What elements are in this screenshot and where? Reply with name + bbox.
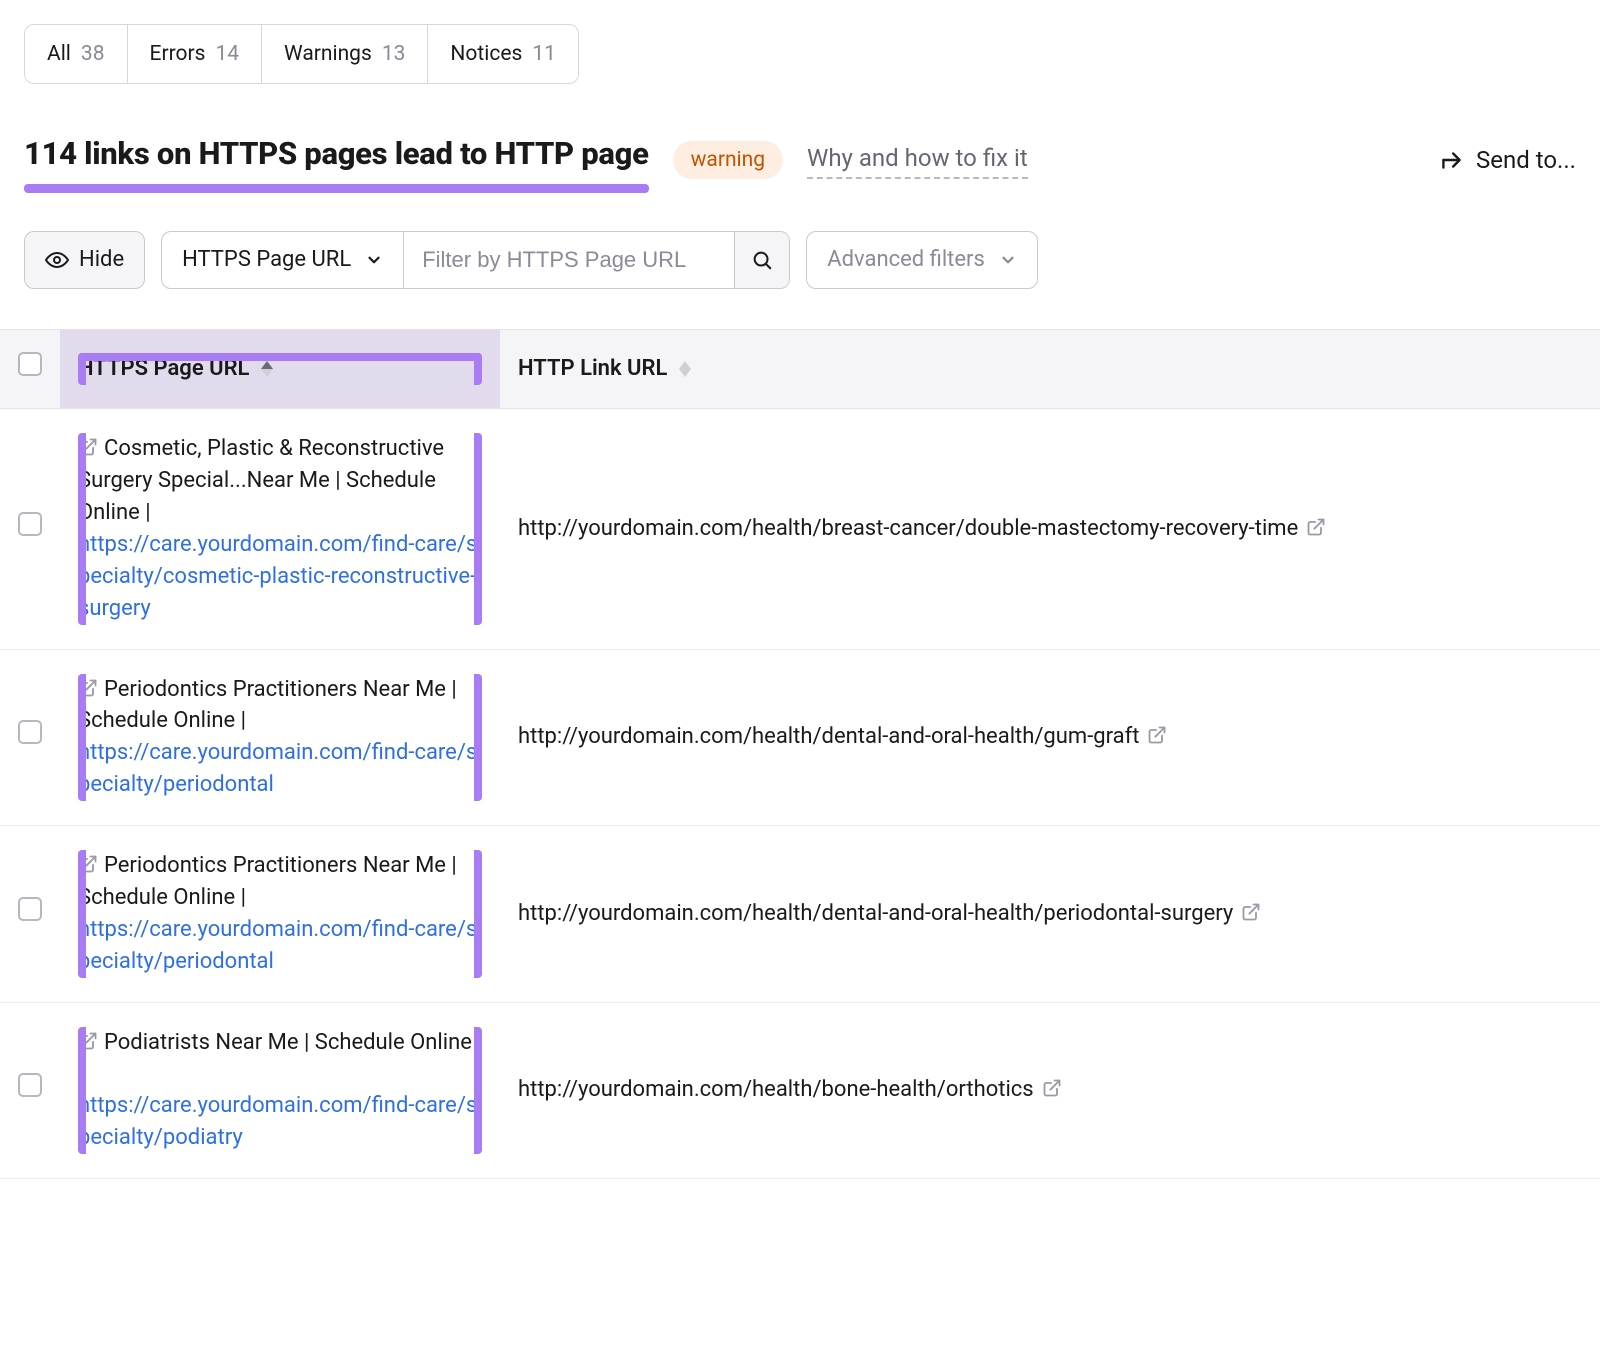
row-select-cell (0, 409, 60, 649)
highlight-border (474, 433, 482, 624)
row-select-cell (0, 1002, 60, 1179)
table-row: Periodontics Practitioners Near Me | Sch… (0, 649, 1600, 826)
http-link-cell: http://yourdomain.com/health/breast-canc… (500, 409, 1600, 649)
results-table: HTTPS Page URL HTTP Link URL Cosmetic, P… (0, 329, 1600, 1179)
https-url-link[interactable]: https://care.yourdomain.com/find-care/sp… (78, 740, 477, 797)
http-url-text: http://yourdomain.com/health/breast-canc… (518, 516, 1298, 541)
external-link-icon[interactable] (1306, 516, 1326, 541)
page-title: Cosmetic, Plastic & Reconstructive Surge… (78, 436, 444, 525)
highlight-border (78, 353, 86, 385)
https-url-link[interactable]: https://care.yourdomain.com/find-care/sp… (78, 532, 477, 621)
highlight-border (474, 1027, 482, 1155)
tab-all[interactable]: All 38 (25, 25, 128, 83)
severity-badge: warning (673, 141, 783, 179)
tab-warnings[interactable]: Warnings 13 (262, 25, 428, 83)
sort-icon (261, 361, 273, 377)
filter-field-select[interactable]: HTTPS Page URL (162, 232, 404, 288)
external-link-icon[interactable] (1241, 901, 1261, 926)
filter-input[interactable] (404, 232, 734, 288)
table-row: Cosmetic, Plastic & Reconstructive Surge… (0, 409, 1600, 649)
advanced-filters-button[interactable]: Advanced filters (806, 231, 1038, 289)
https-url-link[interactable]: https://care.yourdomain.com/find-care/sp… (78, 917, 477, 974)
http-url-text: http://yourdomain.com/health/bone-health… (518, 1077, 1034, 1102)
http-link-cell: http://yourdomain.com/health/dental-and-… (500, 826, 1600, 1003)
https-page-cell: Cosmetic, Plastic & Reconstructive Surge… (60, 409, 500, 649)
page-title: Podiatrists Near Me | Schedule Online | (78, 1030, 472, 1087)
why-and-how-link[interactable]: Why and how to fix it (807, 141, 1028, 180)
send-to-button[interactable]: Send to... (1438, 143, 1576, 178)
highlight-border (474, 674, 482, 802)
page-title: Periodontics Practitioners Near Me | Sch… (78, 677, 457, 734)
row-select-cell (0, 649, 60, 826)
highlight-border (78, 674, 86, 802)
tab-errors[interactable]: Errors 14 (128, 25, 263, 83)
external-link-icon[interactable] (1147, 724, 1167, 749)
advanced-filters-label: Advanced filters (827, 244, 985, 276)
issue-title: 114 links on HTTPS pages lead to HTTP pa… (24, 132, 649, 187)
column-label: HTTP Link URL (518, 356, 667, 381)
chevron-down-icon (999, 251, 1017, 269)
hide-button[interactable]: Hide (24, 231, 145, 289)
highlight-border (78, 353, 482, 361)
row-checkbox[interactable] (18, 512, 42, 536)
https-url-link[interactable]: https://care.yourdomain.com/find-care/sp… (78, 1093, 477, 1150)
chevron-down-icon (365, 251, 383, 269)
tab-label: Notices (450, 39, 522, 69)
http-link-cell: http://yourdomain.com/health/bone-health… (500, 1002, 1600, 1179)
https-page-cell: Podiatrists Near Me | Schedule Online | h… (60, 1002, 500, 1179)
send-to-label: Send to... (1476, 143, 1576, 178)
sort-icon (679, 361, 691, 377)
highlight-border (474, 850, 482, 978)
https-page-cell: Periodontics Practitioners Near Me | Sch… (60, 826, 500, 1003)
page-title: Periodontics Practitioners Near Me | Sch… (78, 853, 457, 910)
row-checkbox[interactable] (18, 720, 42, 744)
column-http-header[interactable]: HTTP Link URL (500, 330, 1600, 409)
row-checkbox[interactable] (18, 1073, 42, 1097)
highlight-border (78, 1027, 86, 1155)
eye-icon (45, 248, 69, 272)
row-select-cell (0, 826, 60, 1003)
tab-label: Errors (150, 39, 206, 69)
external-link-icon[interactable] (1042, 1077, 1062, 1102)
tab-count: 14 (215, 39, 239, 69)
highlight-border (474, 353, 482, 385)
https-page-cell: Periodontics Practitioners Near Me | Sch… (60, 649, 500, 826)
tab-notices[interactable]: Notices 11 (428, 25, 578, 83)
filter-tabs: All 38 Errors 14 Warnings 13 Notices 11 (24, 24, 579, 84)
highlight-border (78, 850, 86, 978)
select-all-header (0, 330, 60, 409)
search-group: HTTPS Page URL (161, 231, 790, 289)
tab-count: 13 (382, 39, 406, 69)
filter-field-label: HTTPS Page URL (182, 244, 351, 276)
table-row: Periodontics Practitioners Near Me | Sch… (0, 826, 1600, 1003)
tab-count: 38 (81, 39, 105, 69)
row-checkbox[interactable] (18, 897, 42, 921)
tab-count: 11 (532, 39, 556, 69)
table-row: Podiatrists Near Me | Schedule Online | h… (0, 1002, 1600, 1179)
highlight-border (78, 433, 86, 624)
hide-label: Hide (79, 244, 124, 276)
share-arrow-icon (1438, 147, 1464, 173)
http-url-text: http://yourdomain.com/health/dental-and-… (518, 901, 1233, 926)
column-https-header[interactable]: HTTPS Page URL (60, 330, 500, 409)
http-link-cell: http://yourdomain.com/health/dental-and-… (500, 649, 1600, 826)
tab-label: All (47, 39, 71, 69)
search-icon (751, 249, 773, 271)
select-all-checkbox[interactable] (18, 352, 42, 376)
search-button[interactable] (734, 232, 789, 288)
tab-label: Warnings (284, 39, 372, 69)
issue-header: 114 links on HTTPS pages lead to HTTP pa… (24, 132, 1576, 187)
toolbar: Hide HTTPS Page URL Advanced filters (24, 231, 1576, 289)
http-url-text: http://yourdomain.com/health/dental-and-… (518, 724, 1139, 749)
